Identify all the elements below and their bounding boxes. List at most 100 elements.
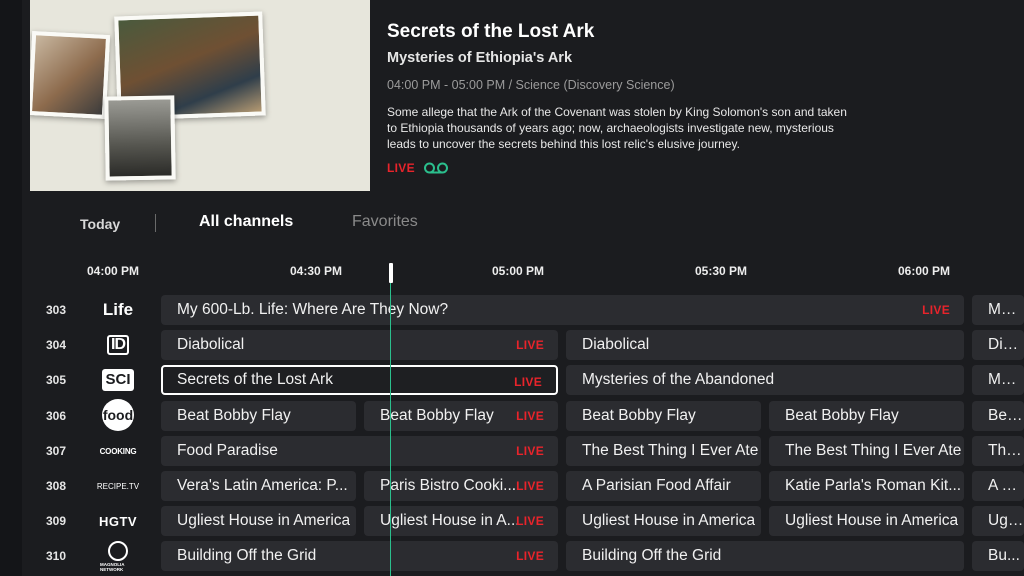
- program-cell[interactable]: Mysteries of the Abandoned: [566, 365, 964, 395]
- program-cell-title: Mysteries of the Abandoned: [582, 371, 775, 388]
- program-cell[interactable]: Bu...: [972, 541, 1024, 571]
- channel-row: 306 food Beat Bobby Flay Beat Bobby Flay LIV…: [0, 399, 1024, 431]
- program-cell-title: Uglies: [988, 512, 1024, 529]
- time-label: 05:00 PM: [492, 264, 545, 278]
- program-cell-title: Beat Bobby Flay: [582, 407, 696, 424]
- channel-number: 310: [46, 549, 67, 563]
- program-cell[interactable]: Paris Bistro Cooki... LIVE: [364, 471, 558, 501]
- time-label: 04:00 PM: [87, 264, 140, 278]
- program-cell-title: Beat Bobby Flay: [785, 407, 899, 424]
- program-cell[interactable]: Ugliest House in America: [566, 506, 761, 536]
- channel-number: 303: [46, 303, 67, 317]
- live-badge: LIVE: [516, 549, 544, 563]
- program-cell[interactable]: Mysteries of the Abandoned: [972, 365, 1024, 395]
- program-cell-title: Ugliest House in America: [582, 512, 756, 529]
- program-cell-title: Bu...: [988, 547, 1020, 564]
- program-status: LIVE: [387, 161, 857, 175]
- program-cell-title: The Best Thing I Ever Ate: [785, 442, 962, 459]
- tab-today[interactable]: Today: [80, 216, 120, 232]
- program-cell-title: A Parisian Food Affair: [582, 477, 731, 494]
- program-cell[interactable]: Diabolical: [566, 330, 964, 360]
- recipe-tv-logo[interactable]: RECIPE.TV: [97, 472, 139, 500]
- program-cell[interactable]: My 600-Lb. Life: [972, 295, 1024, 325]
- program-cell-title: The Best Thing I Ever Ate: [988, 442, 1024, 459]
- science-channel-logo[interactable]: SCI: [100, 366, 136, 394]
- channel-row: 307 COOKING Food Paradise LIVE The Best Thin…: [0, 436, 1024, 466]
- live-badge: LIVE: [514, 375, 542, 389]
- program-cell[interactable]: The Best Thing I Ever Ate: [566, 436, 761, 466]
- program-cell[interactable]: Secrets of the Lost Ark LIVE: [161, 365, 558, 395]
- program-cell[interactable]: Beat Bobby Flay: [566, 401, 761, 431]
- live-badge: LIVE: [516, 338, 544, 352]
- live-badge: LIVE: [922, 303, 950, 317]
- program-cell-title: Diabolical: [582, 336, 650, 353]
- program-cell[interactable]: Uglies: [972, 506, 1024, 536]
- discovery-life-logo[interactable]: Life: [100, 296, 136, 324]
- channel-number: 304: [46, 338, 67, 352]
- program-cell[interactable]: Ugliest House in America: [769, 506, 964, 536]
- program-cell-title: Beat Bobby Flay: [177, 407, 291, 424]
- program-cell[interactable]: The Best Thing I Ever Ate: [972, 436, 1024, 466]
- program-cell[interactable]: The Best Thing I Ever Ate: [769, 436, 964, 466]
- program-cell-title: Building Off the Grid: [177, 547, 317, 564]
- program-cell-title: Diabolical: [988, 336, 1024, 353]
- program-cell[interactable]: Beat Bobby Flay: [972, 401, 1024, 431]
- program-cell[interactable]: Food Paradise LIVE: [161, 436, 558, 466]
- program-cell-title: Secrets of the Lost Ark: [177, 371, 333, 388]
- live-badge: LIVE: [387, 161, 415, 175]
- program-cell[interactable]: A Tas: [972, 471, 1024, 501]
- artwork-photo: [30, 31, 111, 119]
- program-cell[interactable]: Beat Bobby Flay: [161, 401, 356, 431]
- channel-number: 307: [46, 444, 67, 458]
- program-cell[interactable]: Vera's Latin America: P...: [161, 471, 356, 501]
- live-badge: LIVE: [516, 514, 544, 528]
- program-cell[interactable]: Building Off the Grid LIVE: [161, 541, 558, 571]
- cooking-channel-logo[interactable]: COOKING: [100, 437, 137, 465]
- investigation-discovery-logo[interactable]: ID: [100, 331, 136, 359]
- program-cell[interactable]: Beat Bobby Flay: [769, 401, 964, 431]
- program-artwork: [30, 0, 370, 191]
- program-cell[interactable]: Ugliest House in America: [161, 506, 356, 536]
- program-description: Some allege that the Ark of the Covenant…: [387, 105, 847, 151]
- channel-row: 309 HGTV Ugliest House in America Ugliest H…: [0, 506, 1024, 536]
- program-cell[interactable]: My 600-Lb. Life: Where Are They Now? LIVE: [161, 295, 964, 325]
- channel-row: 303 Life My 600-Lb. Life: Where Are They N…: [0, 295, 1024, 325]
- program-cell[interactable]: Ugliest House in A... LIVE: [364, 506, 558, 536]
- artwork-photo: [104, 95, 176, 181]
- channel-row: 310 MAGNOLIA NETWORK Building Off the Grid…: [0, 540, 1024, 572]
- program-cell[interactable]: Katie Parla's Roman Kit...: [769, 471, 964, 501]
- program-cell[interactable]: A Parisian Food Affair: [566, 471, 761, 501]
- live-badge: LIVE: [516, 409, 544, 423]
- program-cell[interactable]: Building Off the Grid: [566, 541, 964, 571]
- channel-number: 309: [46, 514, 67, 528]
- program-cell-title: Diabolical: [177, 336, 245, 353]
- program-cell[interactable]: Beat Bobby Flay LIVE: [364, 401, 558, 431]
- tab-favorites[interactable]: Favorites: [352, 213, 418, 231]
- channel-number: 306: [46, 409, 67, 423]
- magnolia-network-logo[interactable]: MAGNOLIA NETWORK: [100, 540, 136, 572]
- tab-all-channels[interactable]: All channels: [199, 213, 293, 231]
- tab-divider: [155, 214, 156, 232]
- program-cell-title: The Best Thing I Ever Ate: [582, 442, 759, 459]
- program-time-info: 04:00 PM - 05:00 PM / Science (Discovery…: [387, 78, 675, 92]
- guide-tabs: Today All channels Favorites: [0, 213, 1024, 235]
- program-cell[interactable]: Diabolical: [972, 330, 1024, 360]
- channel-number: 308: [46, 479, 67, 493]
- time-label: 05:30 PM: [695, 264, 748, 278]
- program-cell-title: Mysteries of the Abandoned: [988, 371, 1024, 388]
- current-time-marker: [389, 263, 393, 283]
- channel-row: 308 RECIPE.TV Vera's Latin America: P... Pa…: [0, 471, 1024, 501]
- live-badge: LIVE: [516, 444, 544, 458]
- timeline-header: 04:00 PM 04:30 PM 05:00 PM 05:30 PM 06:00 PM: [0, 264, 1024, 282]
- current-time-line: [390, 283, 391, 576]
- program-cell-title: Ugliest House in A...: [380, 512, 520, 529]
- time-label: 06:00 PM: [898, 264, 951, 278]
- hgtv-logo[interactable]: HGTV: [99, 507, 137, 535]
- program-cell-title: My 600-Lb. Life: [988, 301, 1024, 318]
- food-network-logo[interactable]: food: [100, 399, 136, 431]
- program-cell[interactable]: Diabolical LIVE: [161, 330, 558, 360]
- channel-row: 305 SCI Secrets of the Lost Ark LIVE Mysteri…: [0, 365, 1024, 395]
- channel-row: 304 ID Diabolical LIVE Diabolical Diabolical: [0, 330, 1024, 360]
- voicemail-record-icon[interactable]: [423, 161, 449, 175]
- live-badge: LIVE: [516, 479, 544, 493]
